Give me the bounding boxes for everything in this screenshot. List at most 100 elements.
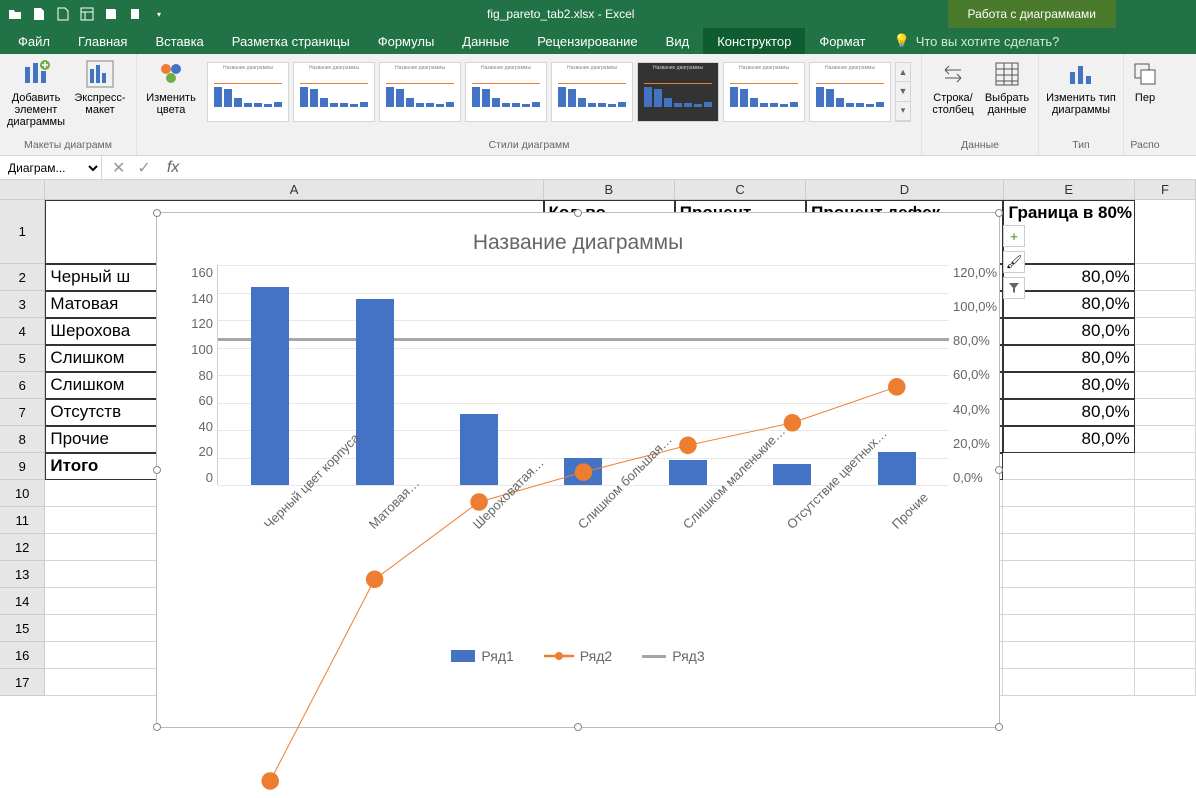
chart-plot-area[interactable]: 160140120100806040200 120,0%100,0%80,0%6… [217,265,949,485]
cell[interactable] [1003,561,1134,588]
col-header-F[interactable]: F [1135,180,1196,200]
tell-me-search[interactable]: 💡 Что вы хотите сделать? [880,28,1196,54]
move-chart-button[interactable]: Пер [1130,58,1160,104]
resize-handle[interactable] [995,723,1003,731]
col-header-B[interactable]: B [544,180,675,200]
cell[interactable] [1003,669,1134,696]
resize-handle[interactable] [153,209,161,217]
tab-file[interactable]: Файл [4,28,64,54]
cell[interactable] [1003,615,1134,642]
cell[interactable]: 80,0% [1003,399,1134,426]
cell[interactable] [1003,534,1134,561]
row-header[interactable]: 5 [0,345,45,372]
cell[interactable]: 80,0% [1003,345,1134,372]
cell[interactable]: 80,0% [1003,318,1134,345]
row-header[interactable]: 15 [0,615,45,642]
doc-icon[interactable] [52,3,74,25]
style-item-6[interactable]: Название диаграммы [637,62,719,122]
style-item-3[interactable]: Название диаграммы [379,62,461,122]
tab-formulas[interactable]: Формулы [364,28,449,54]
add-chart-element-button[interactable]: Добавить элемент диаграммы [6,58,66,128]
tab-chart-format[interactable]: Формат [805,28,879,54]
col-header-A[interactable]: A [45,180,543,200]
switch-row-column-button[interactable]: Строка/ столбец [928,58,978,116]
resize-handle[interactable] [574,209,582,217]
cancel-icon[interactable]: ✕ [108,158,129,178]
tab-page-layout[interactable]: Разметка страницы [218,28,364,54]
cell[interactable] [1003,453,1134,480]
tab-chart-design[interactable]: Конструктор [703,28,805,54]
gallery-more-icon[interactable]: ▾ [896,102,910,121]
col-header-E[interactable]: E [1004,180,1135,200]
cell[interactable] [1135,588,1196,615]
cell[interactable] [1135,426,1196,453]
formula-input[interactable] [185,161,1196,175]
cell[interactable] [1135,642,1196,669]
y-axis-right[interactable]: 120,0%100,0%80,0%60,0%40,0%20,0%0,0% [953,265,1005,485]
chart-filters-button[interactable] [1003,277,1025,299]
tab-view[interactable]: Вид [652,28,704,54]
style-item-1[interactable]: Название диаграммы [207,62,289,122]
name-box-select[interactable]: Диаграм... [0,160,101,176]
row-header[interactable]: 17 [0,669,45,696]
cell[interactable] [1135,453,1196,480]
style-item-7[interactable]: Название диаграммы [723,62,805,122]
open-icon[interactable] [4,3,26,25]
series-2-line[interactable] [218,265,949,798]
cell[interactable] [1135,615,1196,642]
cell[interactable] [1135,372,1196,399]
row-header[interactable]: 12 [0,534,45,561]
chart-title[interactable]: Название диаграммы [157,213,999,265]
row-header[interactable]: 8 [0,426,45,453]
cell[interactable]: 80,0% [1003,372,1134,399]
gallery-up-icon[interactable]: ▲ [896,63,910,82]
tab-review[interactable]: Рецензирование [523,28,651,54]
tab-insert[interactable]: Вставка [141,28,217,54]
row-header[interactable]: 10 [0,480,45,507]
gallery-down-icon[interactable]: ▼ [896,82,910,101]
quick-layout-button[interactable]: Экспресс-макет [70,58,130,116]
row-header[interactable]: 3 [0,291,45,318]
cell[interactable] [1135,345,1196,372]
cell[interactable] [1135,480,1196,507]
row-header[interactable]: 4 [0,318,45,345]
cell[interactable] [1135,534,1196,561]
cell[interactable] [1135,669,1196,696]
tab-home[interactable]: Главная [64,28,141,54]
cell[interactable] [1003,588,1134,615]
worksheet-grid[interactable]: A B C D E F 1 Кол-во Процент Процент деф… [0,180,1196,798]
chart-object[interactable]: + 🖌 Название диаграммы 16014012010080604… [156,212,1000,728]
fx-icon[interactable]: fx [161,159,185,177]
resize-handle[interactable] [153,466,161,474]
cell[interactable] [1003,642,1134,669]
save-icon[interactable] [100,3,122,25]
style-item-8[interactable]: Название диаграммы [809,62,891,122]
cell[interactable] [1135,264,1196,291]
style-item-4[interactable]: Название диаграммы [465,62,547,122]
row-header[interactable]: 9 [0,453,45,480]
row-header[interactable]: 2 [0,264,45,291]
new-icon[interactable] [28,3,50,25]
enter-icon[interactable]: ✓ [133,158,154,178]
col-header-C[interactable]: C [675,180,806,200]
cell[interactable] [1135,561,1196,588]
row-header[interactable]: 14 [0,588,45,615]
y-axis-left[interactable]: 160140120100806040200 [177,265,213,485]
row-header[interactable]: 7 [0,399,45,426]
cell[interactable] [1135,200,1196,264]
row-header[interactable]: 6 [0,372,45,399]
select-all-corner[interactable] [0,180,45,200]
cell[interactable] [1135,399,1196,426]
paste-icon[interactable] [124,3,146,25]
qat-dropdown-icon[interactable]: ▾ [148,3,170,25]
change-chart-type-button[interactable]: Изменить тип диаграммы [1045,58,1117,116]
chart-elements-button[interactable]: + [1003,225,1025,247]
style-item-5[interactable]: Название диаграммы [551,62,633,122]
change-colors-button[interactable]: Изменить цвета [143,58,199,116]
cell[interactable] [1135,291,1196,318]
calc-icon[interactable] [76,3,98,25]
cell[interactable]: 80,0% [1003,426,1134,453]
name-box[interactable]: Диаграм... [0,156,102,179]
col-header-D[interactable]: D [806,180,1003,200]
cell[interactable] [1003,507,1134,534]
